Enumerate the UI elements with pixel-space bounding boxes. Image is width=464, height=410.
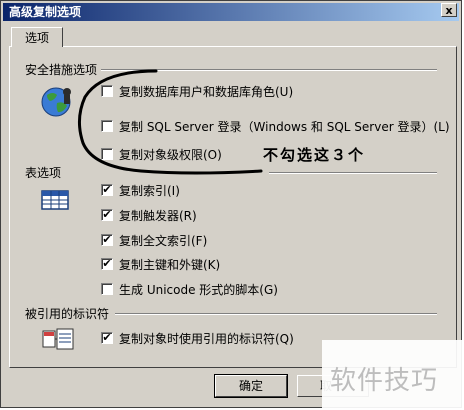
option-label: 复制索引(I) — [119, 184, 180, 198]
table-options-group-divider — [269, 172, 437, 174]
checkbox-box[interactable]: ✔ — [101, 332, 113, 344]
checkbox-box[interactable]: ✔ — [101, 184, 113, 196]
security-globe-icon — [41, 87, 71, 117]
watermark-text: 软件技巧 — [330, 366, 439, 396]
annotation-text: 不勾选这３个 — [263, 146, 366, 164]
referenced-identifiers-group-label: 被引用的标识符 — [25, 307, 110, 321]
referenced-identifiers-group-divider — [115, 313, 437, 315]
table-options-group-label: 表选项 — [25, 166, 62, 180]
annotation-bracket — [78, 69, 263, 175]
title-bar: 高级复制选项 — [3, 3, 459, 21]
close-button[interactable]: x — [441, 3, 457, 17]
window-title: 高级复制选项 — [9, 5, 82, 19]
option-label: 复制对象时使用引用的标识符(Q) — [119, 332, 294, 346]
table-icon — [41, 190, 69, 210]
referenced-identifier-icon — [42, 328, 74, 350]
checkbox-box[interactable]: ✔ — [101, 258, 113, 270]
checkbox-box[interactable] — [101, 283, 113, 295]
checkbox-box[interactable]: ✔ — [101, 209, 113, 221]
option-label: 复制触发器(R) — [119, 209, 197, 223]
tab-options[interactable]: 选项 — [11, 27, 63, 47]
close-icon: x — [445, 4, 453, 17]
checkbox-box[interactable]: ✔ — [101, 234, 113, 246]
option-label: 复制全文索引(F) — [119, 234, 208, 248]
option-label: 生成 Unicode 形式的脚本(G) — [119, 283, 278, 297]
option-label: 复制主键和外键(K) — [119, 258, 221, 272]
ok-button[interactable]: 确定 — [214, 374, 288, 398]
